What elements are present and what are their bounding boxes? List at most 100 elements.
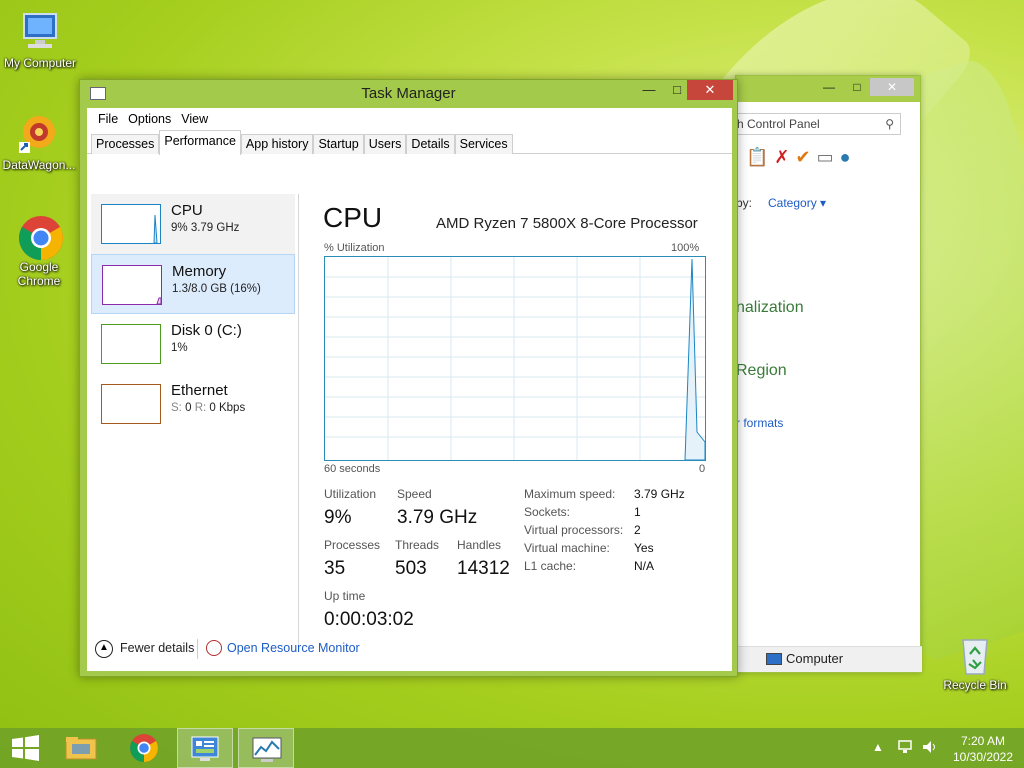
receive-value: 0 Kbps — [209, 402, 246, 414]
tab-services[interactable]: Services — [454, 134, 513, 154]
volume-icon[interactable] — [921, 738, 939, 768]
handles-value: 14312 — [457, 558, 510, 579]
graph-y-max-label: 100% — [671, 242, 700, 254]
task-manager-window[interactable]: Task Manager — □ ✕ File Options View Pro… — [79, 79, 738, 677]
resource-monitor-icon[interactable] — [206, 640, 222, 656]
clock-time: 7:20 AM — [960, 734, 1006, 748]
resource-value: 1.3/8.0 GB (16%) — [172, 283, 261, 295]
menu-file[interactable]: File — [93, 108, 123, 130]
tab-details[interactable]: Details — [406, 134, 455, 154]
task-manager-content: File Options View Processes Performance … — [87, 108, 732, 671]
tab-processes[interactable]: Processes — [91, 134, 160, 154]
desktop-icon-label: My Computer — [3, 56, 77, 70]
network-icon[interactable] — [897, 738, 915, 768]
resource-name: Ethernet — [171, 382, 228, 399]
task-manager-icon — [252, 737, 282, 762]
tab-performance[interactable]: Performance — [159, 130, 241, 155]
resource-ethernet[interactable]: Ethernet S: 0 R: 0 Kbps — [91, 374, 295, 434]
computer-small-icon — [766, 653, 782, 665]
tab-users[interactable]: Users — [363, 134, 407, 154]
ethernet-thumbnail — [101, 384, 161, 424]
footer-divider — [197, 639, 198, 659]
clock[interactable]: 7:20 AM 10/30/2022 — [948, 733, 1018, 768]
send-value: 0 — [185, 402, 192, 414]
view-by-value: Category — [768, 196, 817, 210]
checkmark-icon[interactable]: ✔ — [796, 146, 811, 168]
resource-name: Memory — [172, 263, 227, 280]
show-hidden-icons-button[interactable]: ▲ — [872, 740, 884, 768]
control-panel-toolbar: 📋 ✗ ✔ ▭ ● — [746, 146, 851, 168]
chevron-down-icon: ▾ — [820, 196, 827, 210]
minimize-button[interactable]: — — [816, 78, 842, 96]
menu-options[interactable]: Options — [123, 108, 176, 130]
personalization-link[interactable]: nalization — [736, 299, 804, 317]
windows-logo-icon — [12, 735, 39, 761]
graph-x-left-label: 60 seconds — [324, 463, 381, 475]
close-button[interactable]: ✕ — [870, 78, 914, 96]
spec-value: N/A — [634, 559, 655, 573]
shell-icon[interactable]: ● — [840, 146, 851, 168]
computer-icon — [18, 10, 62, 54]
graph-svg — [325, 257, 706, 461]
delete-icon[interactable]: ✗ — [774, 146, 789, 168]
resource-name: Disk 0 (C:) — [171, 322, 242, 339]
handles-label: Handles — [457, 538, 502, 552]
chrome-taskbar-button[interactable] — [116, 728, 172, 768]
tab-bar: Processes Performance App history Startu… — [87, 130, 732, 155]
spec-label: Virtual processors: — [524, 523, 624, 537]
clipboard-icon[interactable]: 📋 — [746, 146, 768, 168]
resource-disk[interactable]: Disk 0 (C:) 1% — [91, 314, 295, 374]
control-panel-search[interactable]: h Control Panel ⚲ — [736, 113, 901, 135]
desktop-icon-recycle-bin[interactable]: Recycle Bin — [935, 632, 1015, 692]
control-panel-icon — [191, 736, 219, 761]
chevron-up-icon[interactable]: ▲ — [95, 640, 113, 658]
minimize-button[interactable]: — — [635, 80, 663, 100]
pane-divider[interactable] — [298, 194, 299, 646]
start-button[interactable] — [0, 728, 56, 768]
resource-memory[interactable]: Memory 1.3/8.0 GB (16%) — [91, 254, 295, 314]
control-panel-taskbar-button[interactable] — [177, 728, 233, 768]
graph-title: CPU — [323, 202, 383, 233]
desktop-icon-google-chrome[interactable]: Google Chrome — [0, 214, 79, 288]
chrome-icon — [17, 214, 63, 260]
processes-value: 35 — [324, 558, 346, 579]
tab-app-history[interactable]: App history — [240, 134, 314, 154]
search-icon[interactable]: ⚲ — [885, 114, 894, 134]
desktop-icon-label: Recycle Bin — [943, 678, 1007, 692]
graph-x-right-label: 0 — [699, 463, 706, 475]
task-manager-titlebar[interactable]: Task Manager — □ ✕ — [80, 80, 737, 108]
spec-value: 1 — [634, 505, 641, 519]
menu-bar: File Options View — [87, 108, 732, 130]
cpu-thumbnail — [101, 204, 161, 244]
uptime-label: Up time — [324, 589, 366, 603]
resource-list: CPU 9% 3.79 GHz Memory 1.3/8.0 GB (16%) … — [91, 194, 295, 646]
threads-label: Threads — [395, 538, 440, 552]
datawagon-icon — [17, 112, 61, 156]
task-manager-footer: ▲ Fewer details Open Resource Monitor — [87, 625, 732, 671]
task-manager-taskbar-button[interactable] — [238, 728, 294, 768]
fewer-details-link[interactable]: Fewer details — [120, 641, 194, 655]
desktop-icon-my-computer[interactable]: My Computer — [0, 10, 80, 70]
processor-name: AMD Ryzen 7 5800X 8-Core Processor — [436, 215, 698, 232]
tab-startup[interactable]: Startup — [313, 134, 364, 154]
maximize-button[interactable]: □ — [844, 78, 870, 96]
task-manager-app-icon — [90, 87, 106, 100]
formats-link[interactable]: r formats — [736, 416, 783, 430]
control-panel-window[interactable]: — □ ✕ h Control Panel ⚲ 📋 ✗ ✔ ▭ ● by: Ca… — [735, 75, 922, 673]
speed-label: Speed — [397, 487, 432, 501]
menu-view[interactable]: View — [176, 108, 213, 130]
spec-label: Maximum speed: — [524, 487, 616, 501]
resource-cpu[interactable]: CPU 9% 3.79 GHz — [91, 194, 295, 254]
close-button[interactable]: ✕ — [687, 80, 733, 100]
file-explorer-button[interactable] — [54, 728, 110, 768]
properties-icon[interactable]: ▭ — [817, 146, 834, 168]
resource-name: CPU — [171, 202, 203, 219]
view-by-dropdown[interactable]: Category ▾ — [768, 196, 826, 210]
open-resource-monitor-link[interactable]: Open Resource Monitor — [227, 641, 360, 655]
desktop-icon-label: DataWagon... — [2, 158, 76, 172]
control-panel-titlebar[interactable]: — □ ✕ — [736, 76, 920, 102]
desktop-icon-datawagon[interactable]: DataWagon... — [0, 112, 79, 172]
taskbar: ▲ 7:20 AM 10/30/2022 — [0, 728, 1024, 768]
region-link[interactable]: Region — [736, 362, 787, 380]
desktop-icon-label: Google Chrome — [17, 260, 61, 288]
